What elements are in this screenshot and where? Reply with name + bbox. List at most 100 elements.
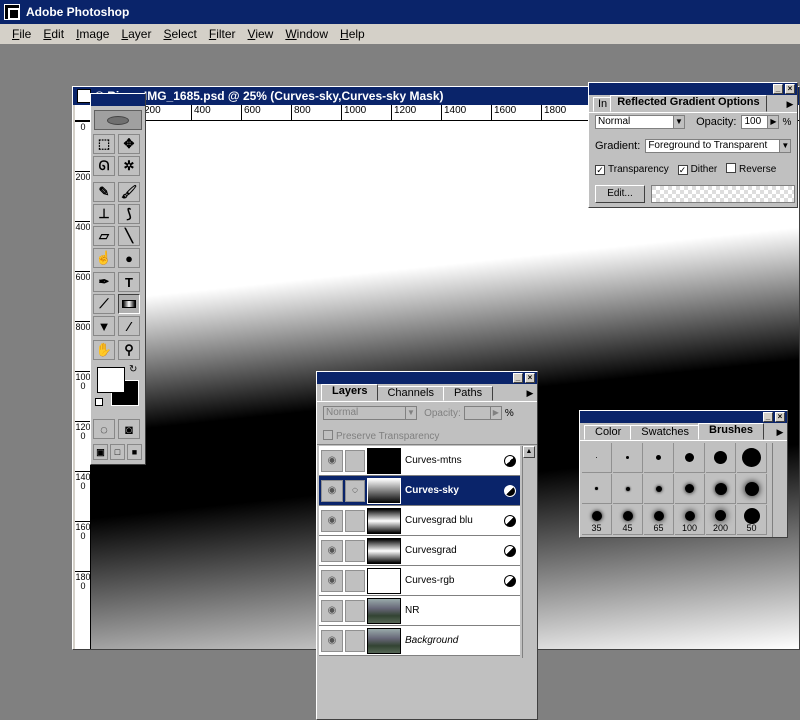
reverse-checkbox[interactable]	[726, 163, 737, 173]
magic-wand-icon[interactable]: ✲	[118, 156, 140, 176]
menu-help[interactable]: Help	[334, 27, 371, 41]
visibility-eye-icon[interactable]: ◉	[321, 479, 343, 502]
scroll-up-icon[interactable]: ▲	[523, 446, 535, 458]
brush-tip[interactable]	[737, 443, 767, 473]
gradient-options-titlebar[interactable]: _ ×	[589, 83, 797, 95]
brush-tip[interactable]: 50	[737, 505, 767, 535]
tab-paths[interactable]: Paths	[442, 386, 494, 401]
layers-titlebar[interactable]: _ ×	[317, 372, 537, 384]
menu-edit[interactable]: Edit	[37, 27, 70, 41]
menu-filter[interactable]: Filter	[203, 27, 242, 41]
eraser-tool-icon[interactable]: ▱	[93, 226, 115, 246]
gradient-tool-icon[interactable]	[118, 294, 140, 314]
blend-mode-select[interactable]: Normal ▼	[595, 115, 685, 129]
palette-menu-arrow-icon[interactable]: ▶	[775, 426, 785, 438]
brush-tip[interactable]	[675, 443, 705, 473]
smudge-tool-icon[interactable]: ☝	[93, 248, 115, 268]
layer-opacity-field[interactable]: ▶	[463, 406, 502, 420]
link-toggle[interactable]	[345, 569, 365, 592]
quick-mask-mode-icon[interactable]: ◙	[118, 419, 140, 439]
rubber-stamp-icon[interactable]: ⊥	[93, 204, 115, 224]
burn-tool-icon[interactable]: ●	[118, 248, 140, 268]
brush-tip[interactable]: 35	[582, 505, 612, 535]
brush-tip[interactable]: 65	[644, 505, 674, 535]
menu-select[interactable]: Select	[157, 27, 202, 41]
close-button[interactable]: ×	[525, 373, 535, 383]
brush-tip[interactable]: 45	[613, 505, 643, 535]
brush-tip[interactable]	[706, 474, 736, 504]
layer-row-nr[interactable]: ◉ NR	[319, 596, 520, 626]
menu-image[interactable]: Image	[70, 27, 115, 41]
layer-row-curves-rgb[interactable]: ◉ Curves-rgb	[319, 566, 520, 596]
type-tool-icon[interactable]: T	[118, 272, 140, 292]
eyedropper-icon[interactable]: ⁄	[118, 316, 140, 336]
layer-row-curves-sky[interactable]: ◉ ◌ Curves-sky	[319, 476, 520, 506]
palette-menu-arrow-icon[interactable]: ▶	[525, 387, 535, 399]
brush-tip[interactable]	[582, 443, 612, 473]
palette-menu-arrow-icon[interactable]: ▶	[785, 98, 795, 110]
screen-mode-full-icon[interactable]: ■	[127, 444, 142, 460]
gradient-select[interactable]: Foreground to Transparent ▼	[645, 139, 792, 153]
visibility-eye-icon[interactable]: ◉	[321, 599, 343, 622]
visibility-eye-icon[interactable]: ◉	[321, 629, 343, 652]
swap-colors-icon[interactable]: ↻	[129, 364, 137, 375]
link-toggle[interactable]	[345, 539, 365, 562]
close-button[interactable]: ×	[785, 84, 795, 94]
tab-brushes[interactable]: Brushes	[698, 423, 765, 440]
toolbox-titlebar[interactable]	[91, 94, 145, 106]
visibility-eye-icon[interactable]: ◉	[321, 449, 343, 472]
link-toggle[interactable]	[345, 449, 365, 472]
paintbrush-tool-icon[interactable]: 🖌	[118, 182, 140, 202]
hand-tool-icon[interactable]: ✋	[93, 340, 115, 360]
ruler-origin[interactable]	[75, 105, 91, 121]
menu-view[interactable]: View	[242, 27, 280, 41]
marquee-tool-icon[interactable]: ⬚	[93, 134, 115, 154]
visibility-eye-icon[interactable]: ◉	[321, 569, 343, 592]
layer-row-background[interactable]: ◉ Background	[319, 626, 520, 656]
preserve-transparency-checkbox[interactable]	[323, 430, 333, 440]
edit-gradient-button[interactable]: Edit...	[595, 185, 645, 203]
link-toggle[interactable]	[345, 509, 365, 532]
minimize-button[interactable]: _	[773, 84, 783, 94]
brush-tip[interactable]	[737, 474, 767, 504]
paint-bucket-icon[interactable]: ▼	[93, 316, 115, 336]
layer-row-curvesgrad-blu[interactable]: ◉ Curvesgrad blu	[319, 506, 520, 536]
measure-tool-icon[interactable]: ⟋	[93, 294, 115, 314]
layer-row-curves-mtns[interactable]: ◉ Curves-mtns	[319, 446, 520, 476]
brush-tip[interactable]: 200	[706, 505, 736, 535]
brush-tip[interactable]	[613, 443, 643, 473]
tab-reflected-gradient-options[interactable]: Reflected Gradient Options	[610, 95, 767, 112]
brushes-scrollbar[interactable]	[772, 443, 785, 537]
tab-layers[interactable]: Layers	[321, 384, 379, 401]
mask-edit-icon[interactable]: ◌	[345, 479, 365, 502]
transparency-checkbox[interactable]: ✓	[595, 165, 605, 175]
menu-layer[interactable]: Layer	[115, 27, 157, 41]
pen-tool-icon[interactable]: ✒	[93, 272, 115, 292]
layer-row-curvesgrad[interactable]: ◉ Curvesgrad	[319, 536, 520, 566]
dither-checkbox[interactable]: ✓	[677, 165, 688, 175]
screen-mode-standard-icon[interactable]: ▣	[93, 444, 108, 460]
standard-mode-icon[interactable]: ◌	[93, 419, 115, 439]
history-brush-icon[interactable]: ⟆	[118, 204, 140, 224]
brush-tip[interactable]	[706, 443, 736, 473]
tab-swatches[interactable]: Swatches	[630, 425, 700, 440]
brushes-titlebar[interactable]: _ ×	[580, 411, 787, 423]
opacity-field[interactable]: 100 ▶	[741, 115, 780, 129]
tab-channels[interactable]: Channels	[376, 386, 445, 401]
brush-tip[interactable]	[582, 474, 612, 504]
brush-tip[interactable]	[644, 443, 674, 473]
eye-logo-icon[interactable]	[94, 110, 142, 130]
lasso-tool-icon[interactable]: ᘏ	[93, 156, 115, 176]
visibility-eye-icon[interactable]: ◉	[321, 509, 343, 532]
close-button[interactable]: ×	[775, 412, 785, 422]
brush-tip[interactable]: 100	[675, 505, 705, 535]
vertical-ruler[interactable]: 0 200 400 600 800 1000 1200 1400 1600 18…	[75, 121, 91, 649]
visibility-eye-icon[interactable]: ◉	[321, 539, 343, 562]
menu-window[interactable]: Window	[279, 27, 334, 41]
link-toggle[interactable]	[345, 629, 365, 652]
screen-mode-full-menu-icon[interactable]: □	[110, 444, 125, 460]
link-toggle[interactable]	[345, 599, 365, 622]
brush-tip[interactable]	[613, 474, 643, 504]
foreground-color-swatch[interactable]	[97, 367, 125, 393]
brush-tip[interactable]	[644, 474, 674, 504]
